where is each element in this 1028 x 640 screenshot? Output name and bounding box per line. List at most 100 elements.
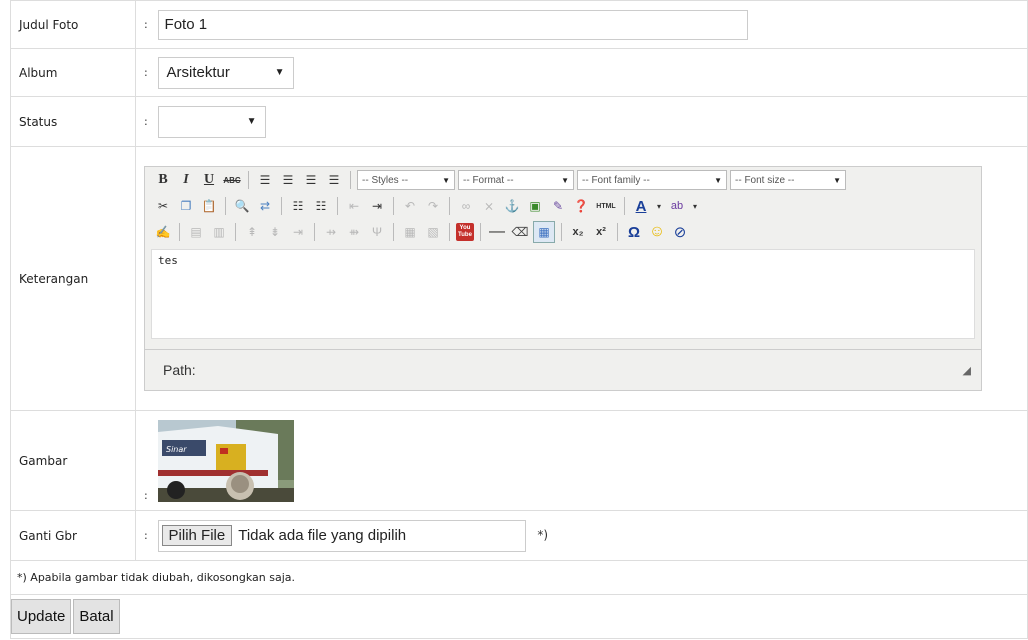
highlight-color-icon[interactable]: ab	[667, 196, 687, 216]
unlink-icon[interactable]: ⨯	[479, 196, 499, 216]
bold-button[interactable]: B	[153, 170, 173, 190]
styles-dropdown-label: -- Styles --	[362, 174, 409, 186]
row-footnote: *) Apabila gambar tidak diubah, dikosong…	[10, 560, 1028, 595]
italic-button[interactable]: I	[176, 170, 196, 190]
colon: :	[144, 18, 148, 31]
batal-button[interactable]: Batal	[73, 599, 120, 634]
emoticon-icon[interactable]: ☺	[647, 222, 667, 242]
cleanup-icon[interactable]: ✎	[548, 196, 568, 216]
delete-col-icon[interactable]: Ψ	[367, 222, 387, 242]
link-icon[interactable]: ∞	[456, 196, 476, 216]
cut-icon[interactable]: ✂	[153, 196, 173, 216]
update-button[interactable]: Update	[11, 599, 72, 634]
rich-text-editor: B I U ABC ☰ ☰ ☰ ☰ -- Styles -- ▼ -- Forma…	[144, 166, 982, 391]
row-status: Status : ▼	[10, 96, 1028, 147]
path-label: Path:	[163, 362, 196, 378]
media-icon[interactable]: ⊘	[670, 222, 690, 242]
html-source-button[interactable]: HTML	[594, 196, 618, 216]
judul-input[interactable]: Foto 1	[157, 9, 748, 40]
status-label: Status	[10, 96, 136, 147]
image-icon[interactable]: ▣	[525, 196, 545, 216]
toolbar-separator	[179, 223, 180, 241]
dropdown-arrow-icon: ▼	[274, 67, 285, 78]
font-size-dropdown[interactable]: -- Font size -- ▼	[730, 170, 846, 190]
find-icon[interactable]: 🔍	[232, 196, 252, 216]
toolbar-separator	[248, 171, 249, 189]
dropdown-arrow-icon: ▼	[246, 116, 257, 127]
toolbar-separator	[393, 197, 394, 215]
superscript-button[interactable]: x²	[591, 222, 611, 242]
toolbar-separator	[281, 197, 282, 215]
edit-doc-icon[interactable]: ✍	[153, 222, 173, 242]
anchor-icon[interactable]: ⚓	[502, 196, 522, 216]
bullet-list-icon[interactable]: ☷	[288, 196, 308, 216]
copy-icon[interactable]: ❐	[176, 196, 196, 216]
toolbar-separator	[225, 197, 226, 215]
toolbar-separator	[449, 197, 450, 215]
font-family-dropdown[interactable]: -- Font family -- ▼	[577, 170, 727, 190]
ganti-label: Ganti Gbr	[10, 510, 136, 561]
editor-toolbar-row-3: ✍ ▤ ▥ ⇞ ⇟ ⇥ ⇸ ⇻ Ψ ▦ ▧ You Tube — ⌫ ▦ x₂ …	[145, 219, 981, 245]
colon: :	[144, 529, 148, 542]
insert-table-icon[interactable]: ▦	[533, 221, 555, 243]
toolbar-separator	[337, 197, 338, 215]
redo-icon[interactable]: ↷	[423, 196, 443, 216]
underline-button[interactable]: U	[199, 170, 219, 190]
keterangan-label: Keterangan	[10, 146, 136, 411]
edit-photo-form: Judul Foto : Foto 1 Album : Arsitektur ▼…	[10, 0, 1028, 639]
indent-icon[interactable]: ⇥	[367, 196, 387, 216]
paste-icon[interactable]: 📋	[199, 196, 219, 216]
album-select[interactable]: Arsitektur ▼	[157, 56, 294, 89]
merge-cells-icon[interactable]: ▧	[423, 222, 443, 242]
font-size-dropdown-label: -- Font size --	[735, 174, 795, 186]
editor-toolbar-row-2: ✂ ❐ 📋 🔍 ⇄ ☷ ☷ ⇤ ⇥ ↶ ↷ ∞ ⨯ ⚓ ▣ ✎ ❓ HTML A…	[145, 193, 981, 219]
format-dropdown[interactable]: -- Format -- ▼	[458, 170, 574, 190]
outdent-icon[interactable]: ⇤	[344, 196, 364, 216]
insert-row-after-icon[interactable]: ⇟	[265, 222, 285, 242]
styles-dropdown[interactable]: -- Styles -- ▼	[357, 170, 455, 190]
align-center-icon[interactable]: ☰	[278, 170, 298, 190]
choose-file-button[interactable]: Pilih File	[161, 525, 233, 546]
special-char-button[interactable]: Ω	[624, 222, 644, 242]
strikethrough-button[interactable]: ABC	[222, 170, 242, 190]
row-gambar: Gambar : Sinar	[10, 410, 1028, 511]
editor-content-area[interactable]: tes	[151, 249, 975, 339]
eraser-icon[interactable]: ⌫	[510, 222, 530, 242]
file-status: Tidak ada file yang dipilih	[238, 527, 407, 544]
file-input[interactable]: Pilih File Tidak ada file yang dipilih	[157, 519, 526, 552]
subscript-button[interactable]: x₂	[568, 222, 588, 242]
row-keterangan: Keterangan B I U ABC ☰ ☰ ☰ ☰ -- Styles -…	[10, 146, 1028, 411]
toolbar-separator	[624, 197, 625, 215]
dropdown-arrow-icon[interactable]: ▾	[654, 196, 664, 216]
undo-icon[interactable]: ↶	[400, 196, 420, 216]
insert-col-before-icon[interactable]: ⇸	[321, 222, 341, 242]
album-selected: Arsitektur	[166, 64, 230, 81]
replace-icon[interactable]: ⇄	[255, 196, 275, 216]
horizontal-rule-icon[interactable]: —	[487, 222, 507, 242]
insert-col-after-icon[interactable]: ⇻	[344, 222, 364, 242]
help-icon[interactable]: ❓	[571, 196, 591, 216]
delete-row-icon[interactable]: ⇥	[288, 222, 308, 242]
numbered-list-icon[interactable]: ☷	[311, 196, 331, 216]
format-dropdown-label: -- Format --	[463, 174, 514, 186]
table-row-props-icon[interactable]: ▤	[186, 222, 206, 242]
table-cell-props-icon[interactable]: ▥	[209, 222, 229, 242]
text-color-icon[interactable]: A	[631, 196, 651, 216]
toolbar-separator	[393, 223, 394, 241]
dropdown-arrow-icon[interactable]: ▾	[690, 196, 700, 216]
photo-thumbnail: Sinar	[157, 419, 294, 502]
gambar-label: Gambar	[10, 410, 136, 511]
align-justify-icon[interactable]: ☰	[324, 170, 344, 190]
row-actions: Update Batal	[10, 594, 1028, 639]
resize-handle-icon[interactable]: ◢	[963, 364, 971, 377]
file-note: *)	[537, 528, 549, 542]
align-left-icon[interactable]: ☰	[255, 170, 275, 190]
row-ganti: Ganti Gbr : Pilih File Tidak ada file ya…	[10, 510, 1028, 561]
dropdown-arrow-icon: ▼	[561, 175, 569, 185]
youtube-icon[interactable]: You Tube	[456, 223, 474, 241]
insert-row-before-icon[interactable]: ⇞	[242, 222, 262, 242]
status-select[interactable]: ▼	[157, 105, 266, 138]
font-family-dropdown-label: -- Font family --	[582, 174, 650, 186]
split-cells-icon[interactable]: ▦	[400, 222, 420, 242]
align-right-icon[interactable]: ☰	[301, 170, 321, 190]
